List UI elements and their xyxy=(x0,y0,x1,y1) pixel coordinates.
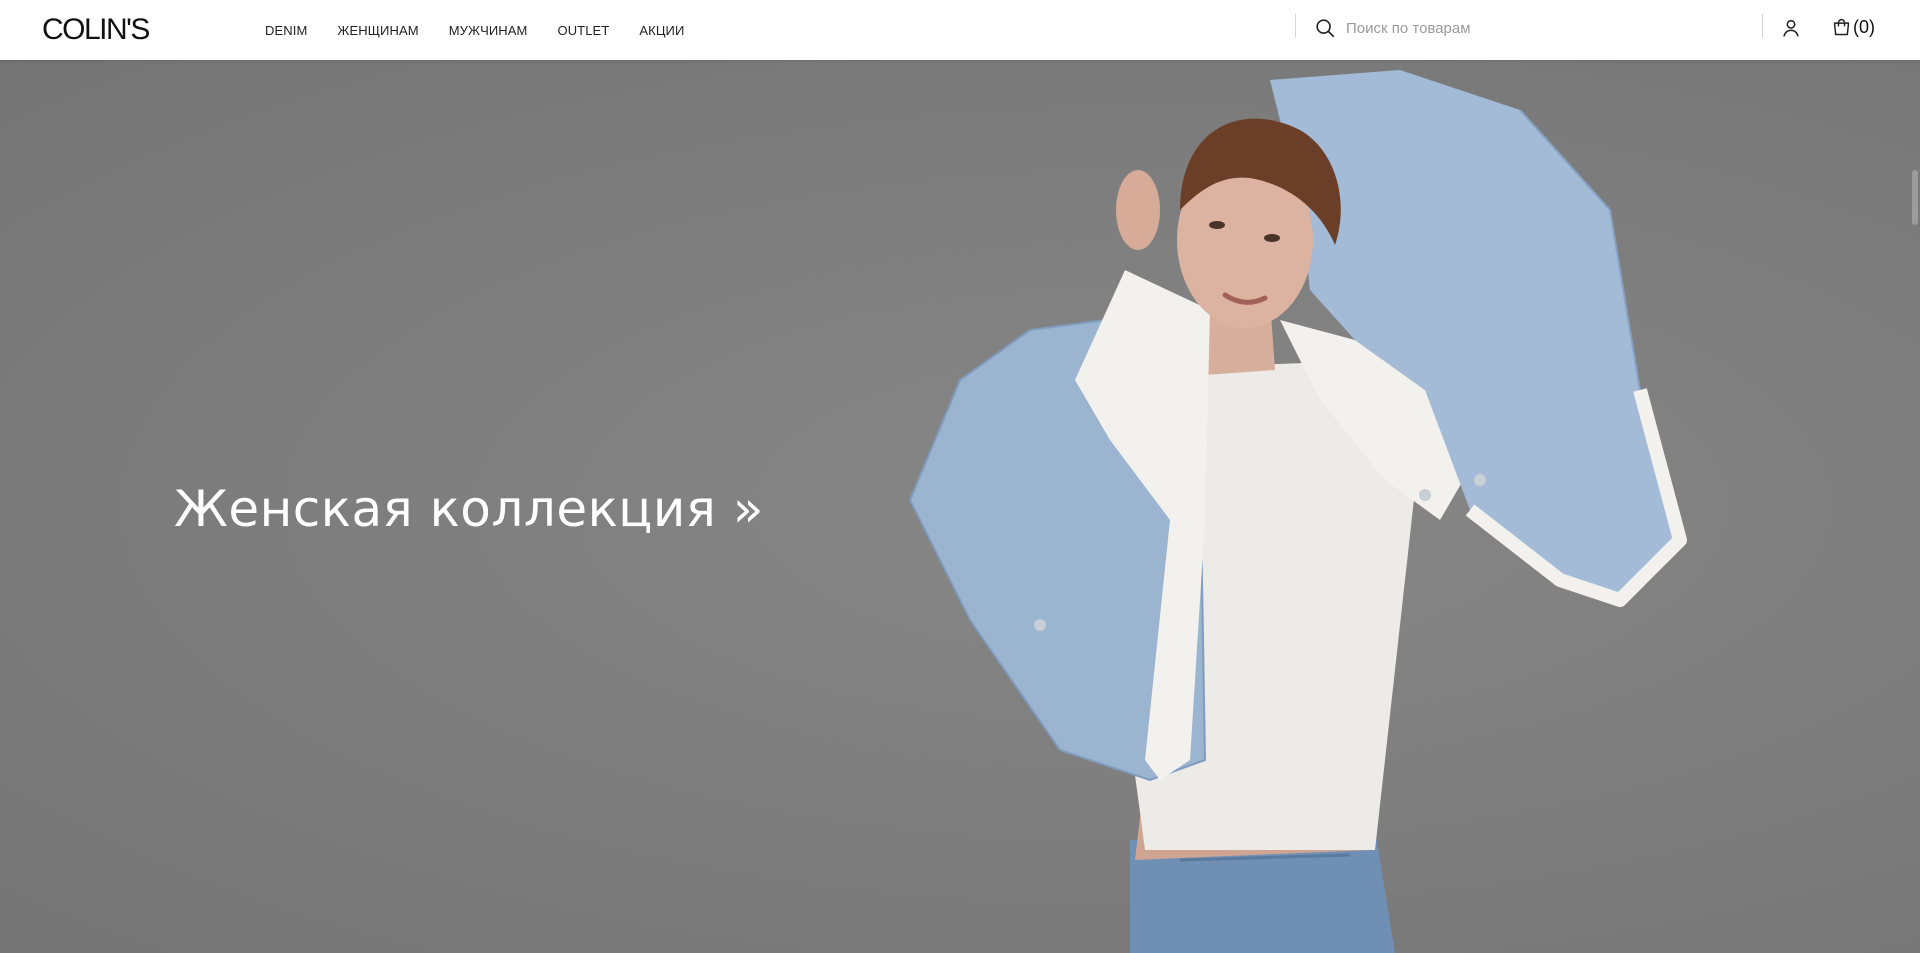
search-icon[interactable] xyxy=(1314,17,1336,39)
page-scrollbar[interactable] xyxy=(1908,60,1920,953)
cart-button[interactable]: (0) xyxy=(1831,16,1875,38)
cart-count: (0) xyxy=(1853,17,1875,37)
account-divider xyxy=(1762,14,1763,38)
nav-item-outlet[interactable]: OUTLET xyxy=(557,23,609,38)
scroll-thumb[interactable] xyxy=(1912,170,1918,225)
hero-banner[interactable]: Женская коллекция » xyxy=(0,60,1920,953)
user-icon[interactable] xyxy=(1780,17,1802,39)
search-input[interactable] xyxy=(1346,14,1746,42)
nav-item-denim[interactable]: DENIM xyxy=(265,23,307,38)
main-nav: DENIM ЖЕНЩИНАМ МУЖЧИНАМ OUTLET АКЦИИ xyxy=(265,0,714,60)
logo[interactable]: COLIN'S xyxy=(42,14,150,46)
nav-item-women[interactable]: ЖЕНЩИНАМ xyxy=(337,23,418,38)
nav-item-men[interactable]: МУЖЧИНАМ xyxy=(449,23,528,38)
hero-title-link[interactable]: Женская коллекция » xyxy=(174,480,764,538)
hero-model-photo xyxy=(908,70,1687,953)
page: COLIN'S DENIM ЖЕНЩИНАМ МУЖЧИНАМ OUTLET А… xyxy=(0,0,1920,953)
search-divider xyxy=(1295,14,1296,38)
nav-item-sale[interactable]: АКЦИИ xyxy=(639,23,684,38)
shopping-bag-icon xyxy=(1833,18,1850,35)
site-header: COLIN'S DENIM ЖЕНЩИНАМ МУЖЧИНАМ OUTLET А… xyxy=(0,0,1920,60)
